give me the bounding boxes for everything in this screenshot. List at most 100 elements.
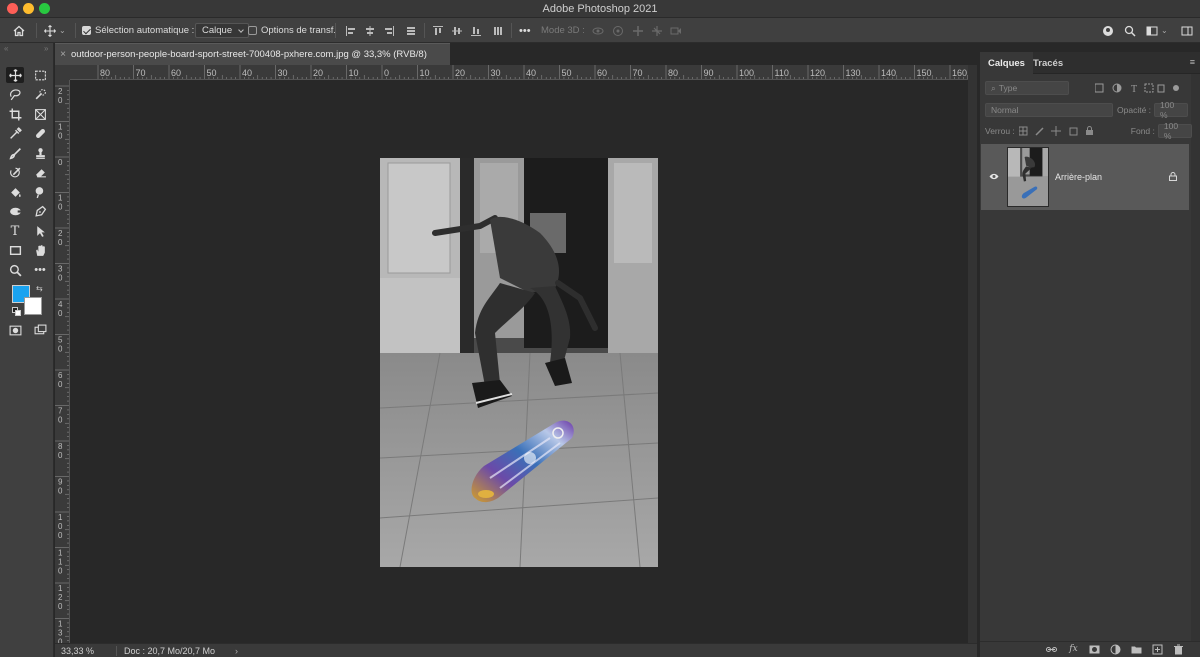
slide-3d-icon[interactable] — [651, 18, 663, 43]
align-right-icon[interactable] — [383, 18, 395, 43]
folder-icon[interactable] — [1131, 644, 1142, 655]
ruler-label: 60 — [597, 68, 607, 78]
align-bottom-icon[interactable] — [470, 18, 482, 43]
frame-tool-icon[interactable] — [31, 106, 49, 122]
lasso-tool-icon[interactable] — [6, 86, 24, 102]
home-icon[interactable] — [13, 18, 25, 43]
share-icon[interactable] — [1102, 18, 1114, 43]
ruler-label: 2 — [58, 229, 63, 238]
ruler-label: 0 — [58, 96, 63, 105]
ruler-label: 70 — [136, 68, 146, 78]
layer-row-arriere-plan[interactable]: Arrière-plan — [981, 144, 1189, 210]
ruler-label: 7 — [58, 407, 63, 416]
marquee-tool-icon[interactable] — [31, 67, 49, 83]
scale-3d-icon[interactable] — [670, 18, 682, 43]
dodge-tool-icon[interactable] — [6, 203, 24, 219]
new-layer-icon[interactable] — [1152, 644, 1163, 655]
ruler-label: 0 — [58, 309, 63, 318]
tab-traces[interactable]: Tracés — [1025, 52, 1071, 74]
screen-mode-icon[interactable] — [31, 322, 49, 338]
opacity-input[interactable]: 100 % — [1154, 100, 1189, 120]
ruler-label: 120 — [810, 68, 825, 78]
move-tool-icon[interactable] — [6, 67, 24, 83]
eye-icon[interactable] — [989, 173, 999, 180]
background-color-swatch[interactable] — [24, 297, 42, 315]
adjustment-icon[interactable] — [1110, 644, 1121, 655]
path-selection-tool-icon[interactable] — [31, 223, 49, 239]
ruler-label: 0 — [58, 487, 63, 496]
lock-fill-row: Verrou : Fond : 100 % — [985, 121, 1192, 141]
ruler-label: 5 — [58, 336, 63, 345]
eraser-tool-icon[interactable] — [31, 164, 49, 180]
quick-selection-tool-icon[interactable] — [31, 86, 49, 102]
distribute-icon[interactable] — [405, 18, 417, 43]
swap-colors-icon[interactable]: ⇆ — [36, 284, 43, 293]
auto-select-checkbox[interactable]: Sélection automatique : — [82, 18, 194, 43]
ruler-label: 80 — [100, 68, 110, 78]
document-image[interactable] — [380, 158, 658, 567]
filter-icons[interactable]: T — [1095, 83, 1165, 93]
canvas-area[interactable] — [70, 80, 968, 643]
default-colors-icon[interactable] — [12, 307, 21, 319]
layer-filter-dropdown[interactable]: ⌕ Type — [985, 81, 1069, 95]
roll-3d-icon[interactable] — [612, 18, 624, 43]
align-center-icon[interactable] — [364, 18, 376, 43]
orbit-3d-icon[interactable] — [592, 18, 604, 43]
align-left-icon[interactable] — [345, 18, 357, 43]
pan-3d-icon[interactable] — [632, 18, 644, 43]
fx-icon[interactable]: fx — [1068, 644, 1079, 655]
ruler-label: 1 — [58, 194, 63, 203]
layers-panel: Calques Tracés ≡ ⌕ Type T Normal Opacité … — [980, 52, 1200, 657]
vertical-ruler[interactable]: 20100102030405060708090100110120130 — [55, 80, 70, 643]
align-middle-icon[interactable] — [451, 18, 463, 43]
clone-stamp-tool-icon[interactable] — [31, 145, 49, 161]
panel-menu-icon[interactable]: ≡ — [1190, 57, 1195, 67]
canvas-vertical-scrollbar[interactable] — [968, 65, 977, 643]
auto-select-dropdown[interactable]: Calque — [195, 18, 250, 43]
ruler-corner[interactable] — [55, 65, 70, 80]
ruler-label: 0 — [58, 602, 63, 611]
distribute-vertical-icon[interactable] — [492, 18, 504, 43]
ruler-label: 4 — [58, 300, 63, 309]
more-options-button[interactable]: ••• — [519, 18, 531, 43]
trash-icon[interactable] — [1173, 644, 1184, 655]
hand-tool-icon[interactable] — [31, 242, 49, 258]
fill-input[interactable]: 100 % — [1157, 121, 1192, 141]
pen-tool-icon[interactable] — [31, 203, 49, 219]
lock-icons[interactable] — [1018, 126, 1097, 136]
layer-name[interactable]: Arrière-plan — [1055, 172, 1102, 182]
search-icon[interactable] — [1124, 18, 1136, 43]
edit-toolbar-icon[interactable]: ••• — [31, 262, 49, 278]
zoom-level[interactable]: 33,33 % — [61, 646, 116, 656]
zoom-tool-icon[interactable] — [6, 262, 24, 278]
close-document-button[interactable]: × — [55, 49, 71, 60]
brush-tool-icon[interactable] — [6, 145, 24, 161]
healing-brush-tool-icon[interactable] — [31, 125, 49, 141]
smudge-tool-icon[interactable] — [31, 184, 49, 200]
paint-bucket-tool-icon[interactable] — [6, 184, 24, 200]
move-tool-preset-icon[interactable]: ⌄ — [44, 18, 66, 43]
type-tool-icon[interactable]: T — [6, 223, 24, 239]
eyedropper-tool-icon[interactable] — [6, 125, 24, 141]
horizontal-ruler[interactable]: 80 70 60 50 40 30 20 10 0 10 20 30 40 50 60 70 80 90 100 11… — [70, 65, 968, 80]
panel-toggle-icon[interactable] — [1181, 18, 1193, 43]
ruler-label: 60 — [171, 68, 181, 78]
blend-mode-dropdown[interactable]: Normal — [985, 103, 1113, 117]
ruler-label: 1 — [58, 123, 63, 132]
align-top-icon[interactable] — [432, 18, 444, 43]
document-tab[interactable]: × outdoor-person-people-board-sport-stre… — [55, 43, 450, 65]
opacity-label: Opacité : — [1117, 105, 1152, 115]
filter-toggle[interactable] — [1173, 85, 1179, 91]
transform-controls-checkbox[interactable]: Options de transf. — [248, 18, 336, 43]
rectangle-tool-icon[interactable] — [6, 242, 24, 258]
link-icon[interactable] — [1046, 644, 1057, 655]
mask-icon[interactable] — [1089, 644, 1100, 655]
quick-mask-icon[interactable] — [6, 322, 24, 338]
ruler-label: 0 — [58, 274, 63, 283]
status-menu-arrow[interactable]: › — [235, 646, 238, 656]
workspace-icon[interactable]: ⌄ — [1146, 18, 1168, 43]
panel-scrollbar[interactable] — [1191, 74, 1200, 641]
history-brush-tool-icon[interactable] — [6, 164, 24, 180]
document-title: outdoor-person-people-board-sport-street… — [71, 49, 427, 60]
crop-tool-icon[interactable] — [6, 106, 24, 122]
